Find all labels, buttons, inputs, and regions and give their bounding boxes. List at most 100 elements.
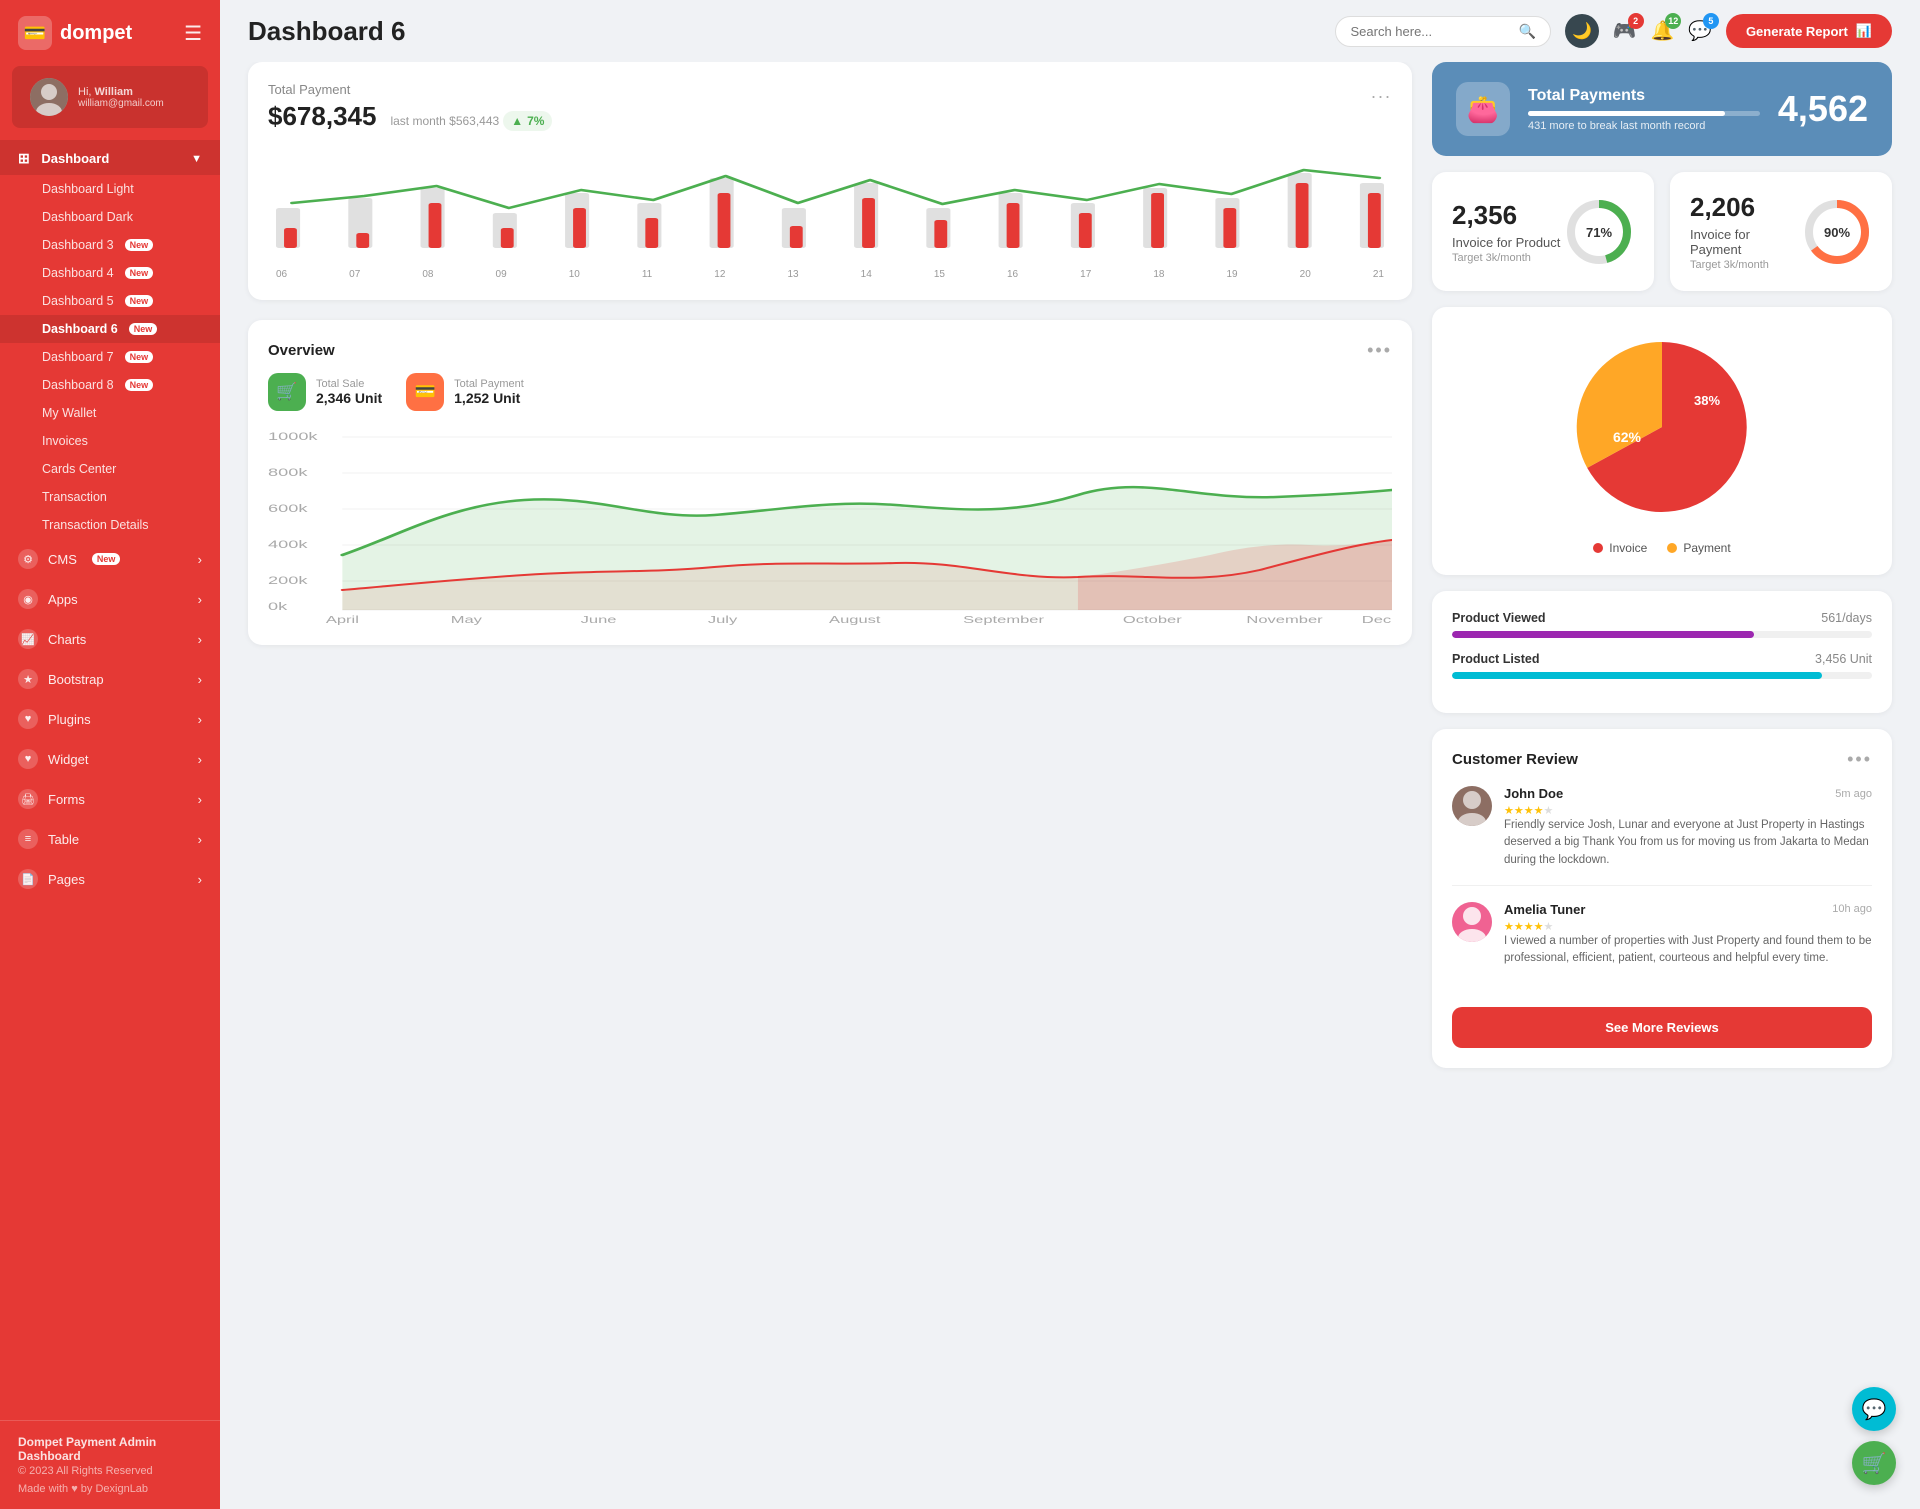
total-sale-info: Total Sale 2,346 Unit <box>316 378 382 406</box>
sidebar-item-transaction[interactable]: Transaction <box>0 483 220 511</box>
svg-text:200k: 200k <box>268 574 308 586</box>
review-text-2: I viewed a number of properties with Jus… <box>1504 933 1872 968</box>
sidebar-item-bootstrap[interactable]: ★ Bootstrap › <box>0 659 220 699</box>
cart-float-button[interactable]: 🛒 <box>1852 1441 1896 1485</box>
logo-text: dompet <box>60 22 132 45</box>
product-viewed-bar <box>1452 631 1872 638</box>
pages-icon: 📄 <box>18 869 38 889</box>
invoice-product-info: 2,356 Invoice for Product Target 3k/mont… <box>1452 200 1560 264</box>
hamburger-icon[interactable]: ☰ <box>184 21 202 46</box>
invoice-payment-label: Invoice for Payment <box>1690 227 1802 257</box>
sidebar-item-forms[interactable]: 🖨 Forms › <box>0 779 220 819</box>
amount-row: $678,345 last month $563,443 ▲ 7% <box>268 101 552 132</box>
bell-badge: 12 <box>1665 13 1681 29</box>
review-content-2: Amelia Tuner 10h ago ★★★★★ I viewed a nu… <box>1504 902 1872 968</box>
total-payments-sub: 431 more to break last month record <box>1528 120 1760 132</box>
stars-2: ★★★★★ <box>1504 920 1872 933</box>
sidebar-item-transaction-details[interactable]: Transaction Details <box>0 511 220 539</box>
sidebar-item-apps[interactable]: ◉ Apps › <box>0 579 220 619</box>
invoice-product-label: Invoice for Product <box>1452 235 1560 250</box>
sidebar-header: 💳 dompet ☰ <box>0 0 220 66</box>
review-item-2: Amelia Tuner 10h ago ★★★★★ I viewed a nu… <box>1452 902 1872 984</box>
svg-text:71%: 71% <box>1586 225 1612 240</box>
bell-icon-btn[interactable]: 🔔 12 <box>1651 19 1675 43</box>
sidebar-item-dashboard-3[interactable]: Dashboard 3 New <box>0 231 220 259</box>
overview-card: Overview ••• 🛒 Total Sale 2,346 Unit <box>248 320 1412 645</box>
product-listed-header: Product Listed 3,456 Unit <box>1452 652 1872 666</box>
product-listed-fill <box>1452 672 1822 679</box>
svg-text:July: July <box>708 614 738 625</box>
bar-chart-x-labels: 06 07 08 09 10 11 12 13 14 15 16 17 <box>268 269 1392 280</box>
sidebar-item-dashboard-light[interactable]: Dashboard Light <box>0 175 220 203</box>
overview-more-button[interactable]: ••• <box>1367 340 1392 361</box>
message-icon-btn[interactable]: 💬 5 <box>1688 19 1712 43</box>
overview-stats: 🛒 Total Sale 2,346 Unit 💳 Total Payment … <box>268 373 1392 411</box>
reviewer-name-1: John Doe <box>1504 786 1563 801</box>
gamepad-badge: 2 <box>1628 13 1644 29</box>
dashboard-nav-header[interactable]: ⊞ Dashboard ▼ <box>0 140 220 175</box>
sidebar-nav: ⊞ Dashboard ▼ Dashboard Light Dashboard … <box>0 140 220 1420</box>
more-options-button[interactable]: ... <box>1371 82 1392 103</box>
user-profile: Hi, William william@gmail.com <box>12 66 208 128</box>
invoice-product-sub: Target 3k/month <box>1452 252 1560 264</box>
total-payment-stat-icon: 💳 <box>406 373 444 411</box>
sidebar-item-dashboard-5[interactable]: Dashboard 5 New <box>0 287 220 315</box>
total-sale-stat: 🛒 Total Sale 2,346 Unit <box>268 373 382 411</box>
reviewer-avatar-1 <box>1452 786 1492 826</box>
sidebar-item-dashboard-8[interactable]: Dashboard 8 New <box>0 371 220 399</box>
legend-invoice: Invoice <box>1593 541 1647 555</box>
product-listed-value: 3,456 Unit <box>1815 652 1872 666</box>
review-more-button[interactable]: ••• <box>1847 749 1872 770</box>
sidebar-item-pages[interactable]: 📄 Pages › <box>0 859 220 899</box>
badge-new-d4: New <box>125 267 154 279</box>
invoice-dot <box>1593 543 1603 553</box>
sidebar-item-dashboard-dark[interactable]: Dashboard Dark <box>0 203 220 231</box>
gamepad-icon-btn[interactable]: 🎮 2 <box>1613 19 1637 43</box>
badge-new-d5: New <box>125 295 154 307</box>
product-viewed-label: Product Viewed <box>1452 611 1546 625</box>
sidebar-item-dashboard-7[interactable]: Dashboard 7 New <box>0 343 220 371</box>
total-payment-stat-value: 1,252 Unit <box>454 390 524 406</box>
total-payment-stat: 💳 Total Payment 1,252 Unit <box>406 373 524 411</box>
search-box[interactable]: 🔍 <box>1335 16 1550 47</box>
svg-text:September: September <box>963 614 1044 625</box>
footer-made-with: Made with ♥ by DexignLab <box>18 1483 202 1495</box>
payment-legend-label: Payment <box>1683 541 1730 555</box>
invoice-product-card: 2,356 Invoice for Product Target 3k/mont… <box>1432 172 1654 291</box>
svg-text:June: June <box>581 614 617 625</box>
sidebar-item-cms[interactable]: ⚙ CMS New › <box>0 539 220 579</box>
sidebar-item-plugins[interactable]: ♥ Plugins › <box>0 699 220 739</box>
svg-text:0k: 0k <box>268 600 288 612</box>
total-sale-value: 2,346 Unit <box>316 390 382 406</box>
sidebar-item-dashboard-4[interactable]: Dashboard 4 New <box>0 259 220 287</box>
badge-new-d8: New <box>125 379 154 391</box>
generate-report-button[interactable]: Generate Report 📊 <box>1726 14 1892 48</box>
chevron-down-icon: ▼ <box>191 153 202 165</box>
sidebar-item-cards-center[interactable]: Cards Center <box>0 455 220 483</box>
chat-float-button[interactable]: 💬 <box>1852 1387 1896 1431</box>
bar-chart-svg <box>268 148 1392 268</box>
chevron-right-icon: › <box>198 632 202 647</box>
sidebar-item-my-wallet[interactable]: My Wallet <box>0 399 220 427</box>
invoice-payment-info: 2,206 Invoice for Payment Target 3k/mont… <box>1690 192 1802 271</box>
sidebar-item-widget[interactable]: ♥ Widget › <box>0 739 220 779</box>
area-chart-container: 1000k 800k 600k 400k 200k 0k <box>268 425 1392 625</box>
apps-icon: ◉ <box>18 589 38 609</box>
invoice-product-donut: 71% <box>1564 197 1634 267</box>
search-input[interactable] <box>1350 24 1510 39</box>
left-column: Total Payment $678,345 last month $563,4… <box>248 62 1412 1068</box>
bar-chart-icon: 📊 <box>1856 23 1872 39</box>
invoice-grid: 2,356 Invoice for Product Target 3k/mont… <box>1432 172 1892 291</box>
sidebar-item-dashboard-6[interactable]: Dashboard 6 New <box>0 315 220 343</box>
sidebar-item-invoices[interactable]: Invoices <box>0 427 220 455</box>
profile-email: william@gmail.com <box>78 98 164 109</box>
sidebar-item-table[interactable]: ≡ Table › <box>0 819 220 859</box>
see-more-reviews-button[interactable]: See More Reviews <box>1452 1007 1872 1048</box>
review-time-2: 10h ago <box>1832 903 1872 915</box>
dark-mode-toggle[interactable]: 🌙 <box>1565 14 1599 48</box>
svg-text:1000k: 1000k <box>268 430 318 442</box>
sidebar-logo: 💳 dompet <box>18 16 132 50</box>
footer-copyright: © 2023 All Rights Reserved <box>18 1465 202 1477</box>
sidebar-item-charts[interactable]: 📈 Charts › <box>0 619 220 659</box>
product-viewed-fill <box>1452 631 1754 638</box>
